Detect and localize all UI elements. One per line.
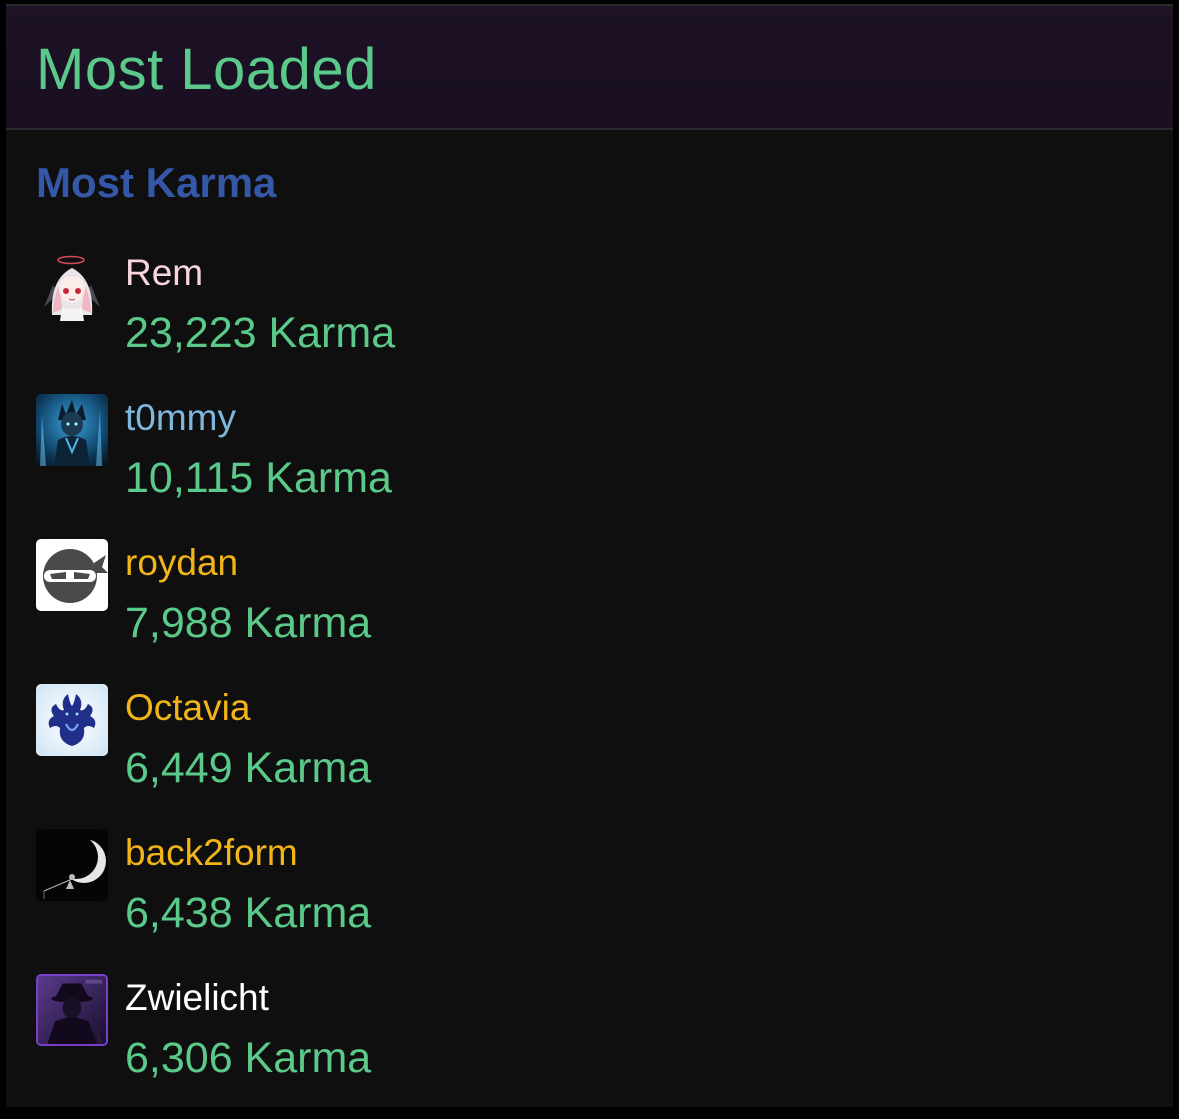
leaderboard-row: Zwielicht 6,306 Karma xyxy=(36,974,736,1119)
leaderboard-row: Octavia 6,449 Karma xyxy=(36,684,736,829)
user-karma-value: 7,988 Karma xyxy=(125,599,372,647)
ninja-head-avatar-icon[interactable] xyxy=(36,539,108,611)
panel-header: Most Loaded xyxy=(6,6,1173,130)
anime-girl-avatar-icon[interactable] xyxy=(36,249,108,321)
leaderboard-row: roydan 7,988 Karma xyxy=(36,539,736,684)
section-title-most-karma: Most Karma xyxy=(36,159,277,206)
leaderboard-row: t0mmy 10,115 Karma xyxy=(36,394,736,539)
anime-warrior-avatar-icon[interactable] xyxy=(36,394,108,466)
karma-leaderboard-list: Rem 23,223 Karma t0mmy 10,115 Karma royd… xyxy=(36,249,736,1119)
user-name-link[interactable]: Zwielicht xyxy=(125,976,269,1020)
hydra-avatar-icon[interactable] xyxy=(36,684,108,756)
user-name-link[interactable]: t0mmy xyxy=(125,396,236,440)
shadow-figure-avatar-icon[interactable] xyxy=(36,974,108,1046)
panel-title: Most Loaded xyxy=(36,37,377,102)
leaderboard-row: Rem 23,223 Karma xyxy=(36,249,736,394)
user-karma-value: 6,438 Karma xyxy=(125,889,372,937)
leaderboard-row: back2form 6,438 Karma xyxy=(36,829,736,974)
most-loaded-panel: Most Loaded Most Karma Rem 23,223 Karma … xyxy=(6,4,1173,1107)
user-karma-value: 6,449 Karma xyxy=(125,744,372,792)
user-name-link[interactable]: Octavia xyxy=(125,686,250,730)
user-karma-value: 10,115 Karma xyxy=(125,454,392,502)
user-name-link[interactable]: back2form xyxy=(125,831,298,875)
moon-fisherman-avatar-icon[interactable] xyxy=(36,829,108,901)
user-karma-value: 6,306 Karma xyxy=(125,1034,372,1082)
user-name-link[interactable]: Rem xyxy=(125,251,203,295)
user-karma-value: 23,223 Karma xyxy=(125,309,396,357)
user-name-link[interactable]: roydan xyxy=(125,541,238,585)
